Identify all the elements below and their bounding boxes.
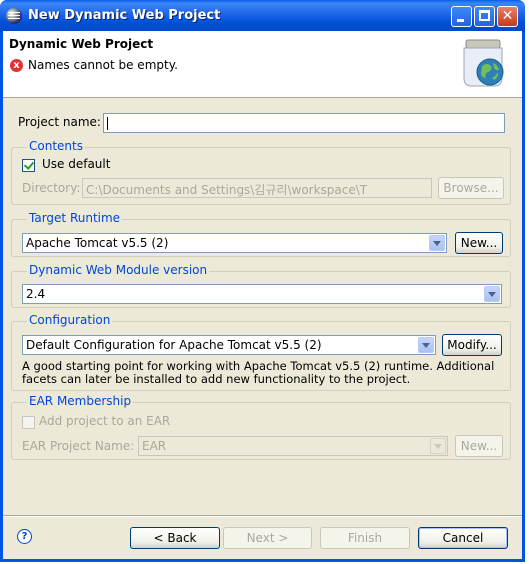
error-message: Names cannot be empty.: [28, 58, 178, 72]
chevron-down-icon[interactable]: [484, 286, 500, 302]
minimize-button[interactable]: [451, 6, 472, 27]
module-version-select[interactable]: 2.4: [22, 284, 502, 304]
add-to-ear-checkbox[interactable]: [22, 416, 35, 429]
ear-membership-group-title: EAR Membership: [27, 394, 134, 408]
use-default-label: Use default: [42, 157, 111, 171]
directory-label: Directory:: [22, 181, 81, 195]
configuration-group-title: Configuration: [27, 313, 113, 327]
directory-input[interactable]: C:\Documents and Settings\김규리\workspace\…: [82, 178, 432, 198]
minimize-icon: [457, 19, 464, 22]
ear-project-select[interactable]: EAR: [138, 436, 448, 456]
cancel-button[interactable]: Cancel: [418, 527, 508, 549]
window-title: New Dynamic Web Project: [28, 8, 221, 23]
finish-button[interactable]: Finish: [320, 527, 410, 549]
title-bar[interactable]: New Dynamic Web Project ✕: [0, 0, 525, 32]
project-name-label: Project name:: [18, 115, 101, 129]
maximize-button[interactable]: [474, 6, 495, 27]
text-caret: [107, 117, 108, 130]
module-version-group: Dynamic Web Module version 2.4: [11, 263, 511, 308]
page-title: Dynamic Web Project: [9, 37, 154, 51]
maximize-icon: [479, 10, 490, 21]
target-runtime-group-title: Target Runtime: [27, 211, 123, 225]
ear-project-value: EAR: [142, 439, 167, 453]
target-runtime-select[interactable]: Apache Tomcat v5.5 (2): [22, 233, 447, 253]
eclipse-icon: [6, 8, 22, 24]
configuration-select[interactable]: Default Configuration for Apache Tomcat …: [22, 335, 436, 355]
new-runtime-button[interactable]: New...: [455, 232, 503, 254]
configuration-group: Configuration Default Configuration for …: [11, 313, 511, 391]
configuration-description-line2: facets can later be installed to add new…: [22, 372, 411, 386]
configuration-description-line1: A good starting point for working with A…: [22, 359, 495, 373]
configuration-value: Default Configuration for Apache Tomcat …: [26, 338, 322, 352]
chevron-down-icon[interactable]: [418, 337, 434, 353]
help-icon[interactable]: ?: [17, 529, 32, 544]
error-icon: x: [10, 59, 23, 72]
web-project-wizard-icon: [463, 39, 504, 87]
close-button[interactable]: ✕: [497, 6, 518, 27]
browse-button[interactable]: Browse...: [438, 177, 504, 199]
ear-project-name-label: EAR Project Name:: [22, 439, 135, 453]
add-to-ear-label: Add project to an EAR: [39, 414, 171, 428]
modify-button[interactable]: Modify...: [442, 334, 502, 356]
new-ear-button[interactable]: New...: [455, 435, 503, 457]
project-name-input[interactable]: [103, 113, 505, 133]
use-default-checkbox[interactable]: [22, 159, 35, 172]
target-runtime-value: Apache Tomcat v5.5 (2): [26, 236, 169, 250]
footer-separator: [3, 515, 522, 517]
contents-group: Contents Use default Directory: C:\Docum…: [11, 139, 511, 205]
contents-group-title: Contents: [27, 139, 85, 153]
close-icon: ✕: [501, 8, 514, 24]
wizard-header: Dynamic Web Project x Names cannot be em…: [3, 31, 522, 98]
chevron-down-icon[interactable]: [429, 235, 445, 251]
back-button[interactable]: < Back: [130, 527, 220, 549]
ear-membership-group: EAR Membership Add project to an EAR EAR…: [11, 394, 511, 460]
module-version-value: 2.4: [26, 287, 46, 301]
dialog-client: Dynamic Web Project x Names cannot be em…: [3, 31, 522, 559]
dialog-window: New Dynamic Web Project ✕ Dynamic Web Pr…: [0, 0, 525, 562]
module-version-group-title: Dynamic Web Module version: [27, 263, 210, 277]
next-button[interactable]: Next >: [223, 527, 312, 549]
chevron-down-icon[interactable]: [430, 438, 446, 454]
target-runtime-group: Target Runtime Apache Tomcat v5.5 (2) Ne…: [11, 211, 511, 257]
